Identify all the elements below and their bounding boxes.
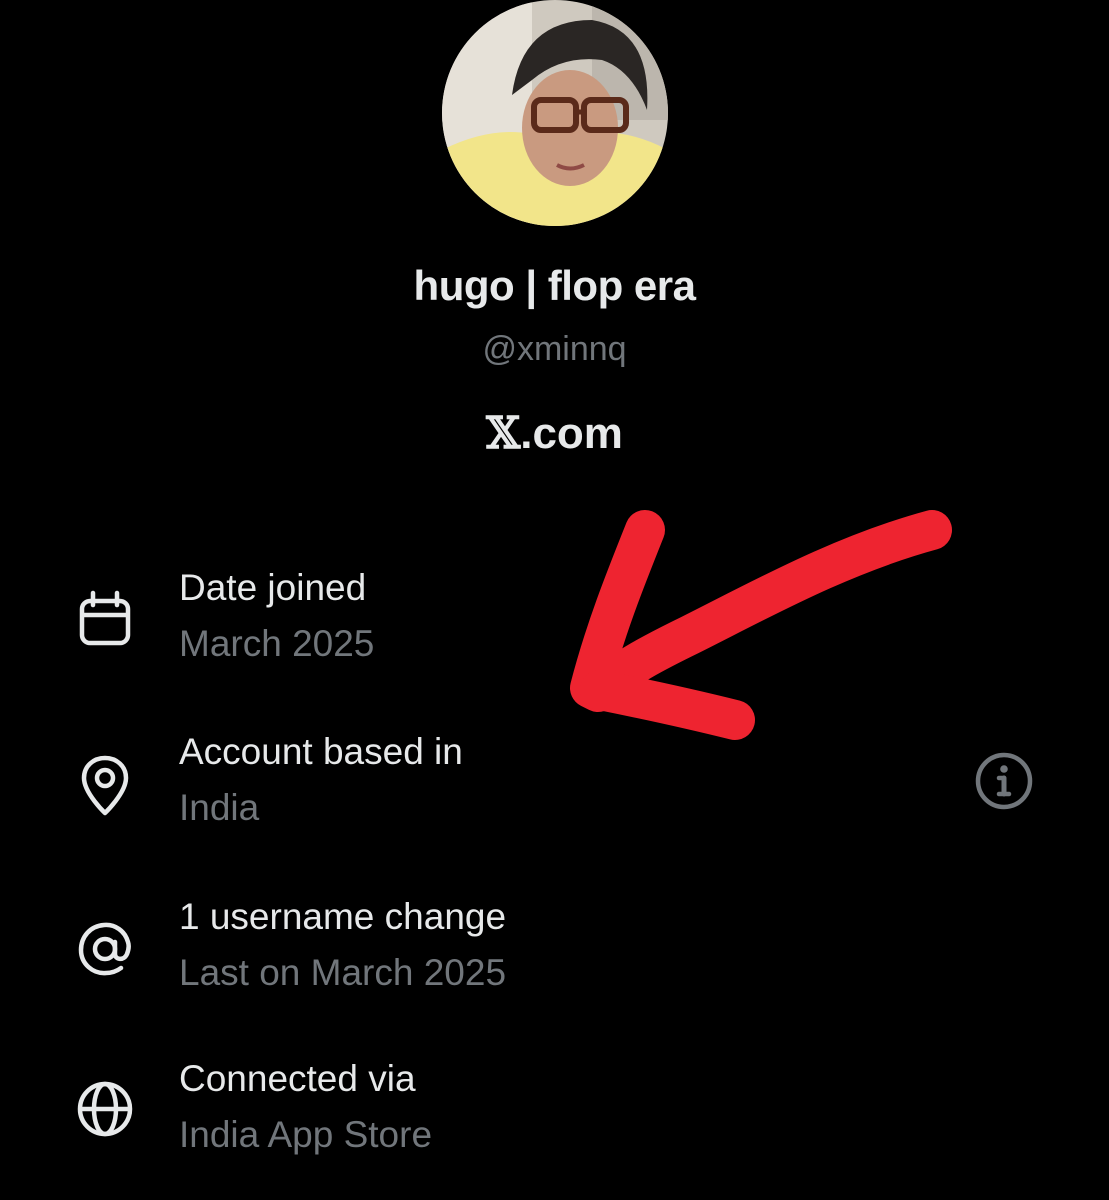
connected-via-row: Connected via India App Store [0, 1058, 1109, 1178]
username-change-value: Last on March 2025 [179, 952, 507, 993]
about-account-screen: hugo | flop era @xminnq 𝕏.com Date joine… [0, 0, 1109, 1200]
location-pin-icon [74, 755, 136, 817]
username-handle: @xminnq [482, 330, 627, 368]
username-change-title: 1 username change [179, 896, 507, 937]
x-logo-icon: 𝕏 [486, 408, 521, 459]
site-label: 𝕏.com [0, 408, 1109, 459]
date-joined-row: Date joined March 2025 [0, 567, 1109, 687]
calendar-icon [74, 587, 136, 649]
account-based-in-value: India [179, 787, 260, 828]
at-sign-icon [74, 918, 136, 980]
info-icon[interactable] [974, 751, 1034, 811]
username-change-row: 1 username change Last on March 2025 [0, 896, 1109, 1016]
site-suffix: .com [520, 409, 623, 458]
date-joined-title: Date joined [179, 567, 367, 608]
globe-icon [74, 1078, 136, 1140]
connected-via-value: India App Store [179, 1114, 433, 1155]
avatar[interactable] [442, 0, 668, 226]
account-based-in-title: Account based in [179, 731, 463, 772]
connected-via-title: Connected via [179, 1058, 416, 1099]
display-name: hugo | flop era [413, 262, 696, 309]
date-joined-value: March 2025 [179, 623, 375, 664]
account-based-in-row: Account based in India [0, 731, 1109, 851]
